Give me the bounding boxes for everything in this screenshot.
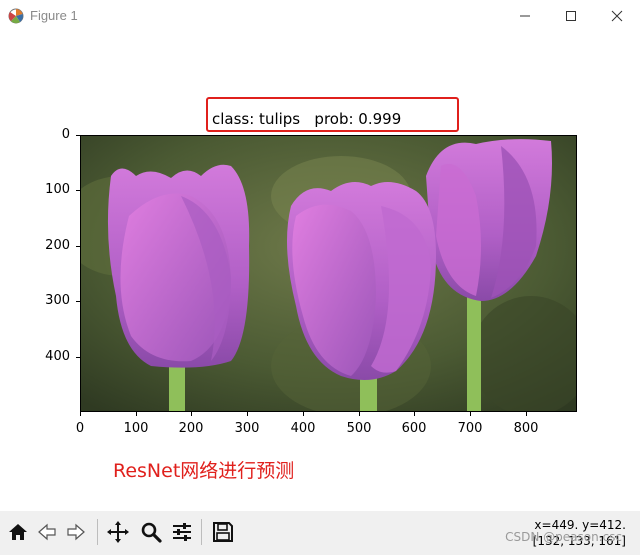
forward-button[interactable] [62, 518, 90, 546]
x-tick-label: 0 [75, 421, 85, 436]
navigation-toolbar: x=449. y=412. [132, 133, 161] CSDN @peas… [0, 511, 640, 555]
y-tick-mark [76, 135, 80, 136]
plot-title: class: tulips prob: 0.999 [212, 110, 402, 128]
x-tick-mark [414, 412, 415, 416]
window-titlebar: Figure 1 [0, 0, 640, 32]
y-tick-mark [76, 301, 80, 302]
tulips-image [81, 136, 576, 411]
y-tick-label: 400 [45, 349, 70, 364]
x-tick-mark [247, 412, 248, 416]
y-tick-label: 0 [61, 127, 70, 142]
close-icon [611, 10, 623, 22]
toolbar-separator [201, 519, 202, 545]
minimize-button[interactable] [502, 0, 548, 32]
x-tick-mark [80, 412, 81, 416]
back-button[interactable] [33, 518, 61, 546]
x-tick-mark [303, 412, 304, 416]
x-tick-label: 600 [401, 421, 427, 436]
configure-subplots-icon [173, 523, 191, 541]
configure-subplots-button[interactable] [168, 518, 196, 546]
zoom-icon [141, 522, 162, 543]
forward-icon [67, 523, 85, 541]
back-icon [38, 523, 56, 541]
x-tick-mark [359, 412, 360, 416]
image-axes[interactable] [80, 135, 577, 412]
x-tick-mark [191, 412, 192, 416]
x-tick-label: 800 [513, 421, 539, 436]
pan-button[interactable] [104, 518, 132, 546]
pan-icon [107, 521, 129, 543]
maximize-icon [566, 11, 576, 21]
y-tick-label: 200 [45, 238, 70, 253]
y-tick-label: 100 [45, 182, 70, 197]
zoom-button[interactable] [137, 518, 165, 546]
minimize-icon [520, 15, 530, 17]
x-tick-mark [136, 412, 137, 416]
y-tick-mark [76, 357, 80, 358]
y-tick-mark [76, 190, 80, 191]
maximize-button[interactable] [548, 0, 594, 32]
y-tick-mark [76, 246, 80, 247]
save-icon [213, 522, 233, 542]
x-tick-label: 200 [178, 421, 204, 436]
y-tick-label: 300 [45, 293, 70, 308]
window-title: Figure 1 [30, 8, 78, 23]
csdn-watermark: CSDN @peason.csc [505, 530, 622, 544]
x-tick-label: 100 [123, 421, 149, 436]
home-icon [9, 524, 27, 540]
save-button[interactable] [209, 518, 237, 546]
x-tick-label: 700 [457, 421, 483, 436]
annotation-text: ResNet网络进行预测 [113, 460, 295, 482]
x-tick-label: 400 [290, 421, 316, 436]
x-tick-label: 500 [346, 421, 372, 436]
close-button[interactable] [594, 0, 640, 32]
matplotlib-app-icon [8, 8, 24, 24]
toolbar-separator [97, 519, 98, 545]
home-button[interactable] [4, 518, 32, 546]
x-tick-label: 300 [234, 421, 260, 436]
x-tick-mark [526, 412, 527, 416]
x-tick-mark [470, 412, 471, 416]
